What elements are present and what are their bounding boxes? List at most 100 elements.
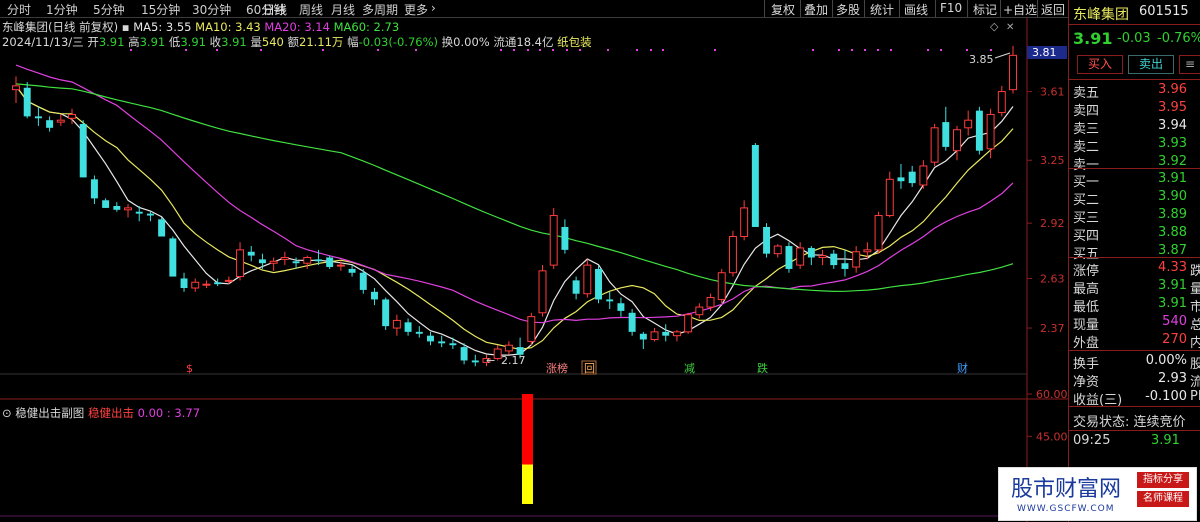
stat-value: 270 (1162, 332, 1187, 347)
candle (986, 108, 995, 159)
stat-label: 涨停 (1073, 264, 1100, 279)
candle (628, 308, 636, 336)
sub-y-tick-label: 60.00 (1036, 388, 1068, 401)
candle (852, 246, 861, 273)
y-tick-label: 2.92 (1040, 217, 1065, 230)
last-price: 3.91 (1073, 29, 1113, 48)
ma10-line (15, 85, 1014, 351)
stock-code: 601515 (1139, 4, 1189, 19)
candle (527, 312, 536, 346)
ma5-line (15, 85, 1014, 356)
candle (583, 259, 592, 298)
candle (684, 312, 693, 334)
stat2-row: 收益(三)-0.100PE (1073, 389, 1200, 408)
ask-row: 卖一 3.92 (1073, 154, 1200, 173)
bid-label: 买三 (1073, 211, 1100, 226)
bid-value: 3.91 (1158, 171, 1187, 186)
bid-label: 买一 (1073, 175, 1100, 190)
ask-value: 3.95 (1158, 100, 1187, 115)
stat2-value: -0.100 (1145, 389, 1187, 404)
candle (606, 291, 614, 309)
stat-extra: 总 (1190, 318, 1200, 333)
candle (841, 249, 849, 277)
indicator-values: 0.00 : 3.77 (137, 406, 201, 420)
candle (874, 211, 883, 254)
bid-label: 买四 (1073, 229, 1100, 244)
collapse-icon[interactable]: ⊙ (2, 406, 12, 420)
y-tick-label: 2.63 (1040, 272, 1065, 285)
current-price-tag: 3.81 (1032, 46, 1057, 59)
candle (236, 242, 245, 281)
candle (247, 246, 255, 262)
event-tag-top: 涨榜 (546, 361, 568, 375)
candle (382, 297, 390, 330)
candle (415, 326, 423, 338)
buy-button[interactable]: 买入 (1077, 55, 1123, 74)
ask-row: 卖二 3.93 (1073, 136, 1200, 155)
y-tick-label: 2.37 (1040, 322, 1065, 335)
candle (728, 230, 737, 277)
candle (617, 297, 625, 317)
cross-icon: ✕ (1006, 22, 1014, 33)
candle (404, 318, 412, 336)
candle (807, 246, 815, 266)
candle (549, 207, 558, 269)
change-percent: -0.76% (1157, 31, 1200, 46)
sub-chart-header: ⊙ 稳健出击副图 稳健出击 0.00 : 3.77 (2, 405, 200, 421)
bid-row: 买四 3.88 (1073, 225, 1200, 244)
stat-row: 最低 3.91 市 (1073, 296, 1200, 315)
candle (303, 255, 312, 269)
bid-row: 买一 3.91 (1073, 171, 1200, 190)
candle (662, 324, 670, 342)
candle (214, 278, 222, 287)
candle (471, 354, 479, 367)
candle (438, 335, 446, 348)
candle (538, 265, 547, 317)
stat-value: 540 (1162, 314, 1187, 329)
stat2-extra: 股 (1190, 357, 1200, 372)
kline-chart[interactable]: ◇ ✕ 3.81 3.61 3.25 2.92 2.63 2.37 3.85 ← 2.1… (0, 0, 1068, 522)
event-tag-cai: 财 (957, 361, 968, 375)
tick-time: 09:25 (1073, 433, 1111, 448)
candle (740, 200, 749, 241)
stat-extra: 量 (1190, 282, 1200, 297)
candle (717, 268, 726, 304)
low-marker: 2.17 (501, 354, 526, 367)
candle (997, 85, 1006, 117)
stat2-row: 换手 0.00% 股 (1073, 353, 1200, 372)
stat2-extra: 流 (1190, 375, 1200, 390)
stat-label: 外盘 (1073, 336, 1100, 351)
ask-row: 卖三 3.94 (1073, 118, 1200, 137)
candle (572, 276, 580, 300)
stat2-value: 2.93 (1158, 371, 1187, 386)
ma20-line (15, 64, 1014, 324)
candle (639, 331, 647, 350)
stat-value: 3.91 (1158, 278, 1187, 293)
candle (158, 217, 166, 237)
indicator-name: 稳健出击 (87, 406, 134, 420)
ask-value: 3.93 (1158, 136, 1187, 151)
stat2-label: 换手 (1073, 357, 1100, 372)
candle (818, 249, 827, 266)
candle (113, 202, 121, 212)
menu-icon[interactable]: ≡ (1179, 55, 1200, 74)
tick-price: 3.91 (1151, 433, 1180, 448)
stat2-extra: PE (1190, 389, 1200, 404)
bid-value: 3.89 (1158, 207, 1187, 222)
candle (975, 106, 983, 155)
ask-label: 卖四 (1073, 104, 1100, 119)
sub-y-tick-label: 45.00 (1036, 430, 1068, 443)
ask-row: 卖五 3.96 (1073, 82, 1200, 101)
bid-row: 买三 3.89 (1073, 207, 1200, 226)
candle (930, 124, 939, 166)
bid-row: 买二 3.90 (1073, 189, 1200, 208)
high-marker: 3.85 (969, 53, 994, 66)
candle (919, 160, 928, 189)
candle (269, 257, 278, 271)
ask-row: 卖四 3.95 (1073, 100, 1200, 119)
watermark-tag-2: 名师课程 (1137, 491, 1189, 507)
quote-panel: 东峰集团 601515 3.91 -0.03 -0.76% 买入 卖出 ≡ 卖五… (1068, 0, 1200, 522)
sell-button[interactable]: 卖出 (1128, 55, 1174, 74)
low-arrow-icon: ← (486, 354, 495, 367)
candle (1009, 45, 1017, 94)
